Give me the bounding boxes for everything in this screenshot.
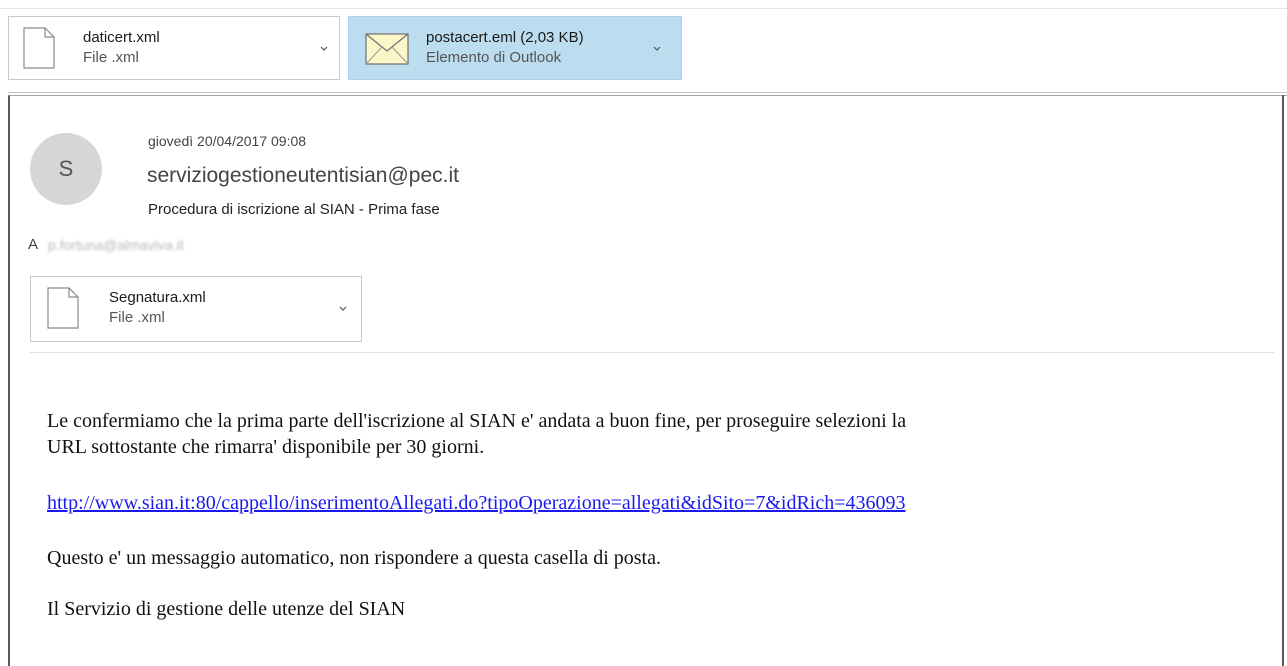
body-link-paragraph: http://www.sian.it:80/cappello/inserimen… (47, 490, 906, 516)
attachment-type: File .xml (109, 309, 165, 326)
to-label: A (28, 236, 39, 253)
attachment-name: daticert.xml (83, 29, 160, 46)
body-paragraph-1: Le confermiamo che la prima parte dell'i… (47, 408, 906, 460)
avatar: S (30, 133, 102, 205)
message-frame-right (1282, 95, 1284, 666)
attachment-type: Elemento di Outlook (426, 49, 562, 66)
document-icon (23, 27, 55, 69)
avatar-initial: S (58, 156, 74, 181)
chevron-down-icon[interactable] (338, 304, 348, 312)
top-separator (0, 8, 1287, 9)
body-line: URL sottostante che rimarra' disponibile… (47, 436, 485, 458)
recipient-address[interactable]: p.fortuna@almaviva.it (48, 237, 184, 253)
body-line: Le confermiamo che la prima parte dell'i… (47, 410, 907, 432)
signature: Il Servizio di gestione delle utenze del… (47, 598, 406, 620)
attachment-daticert[interactable]: daticert.xml File .xml (8, 16, 340, 80)
attachment-postacert[interactable]: postacert.eml (2,03 KB) Elemento di Outl… (348, 16, 682, 80)
attachment-segnatura[interactable]: Segnatura.xml File .xml (30, 276, 362, 342)
chevron-down-icon[interactable] (319, 44, 329, 52)
attachment-type: File .xml (83, 49, 139, 66)
sender-address[interactable]: serviziogestioneutentisian@pec.it (147, 164, 459, 188)
message-frame-top (8, 92, 1287, 93)
registration-link[interactable]: http://www.sian.it:80/cappello/inserimen… (47, 492, 906, 514)
attachment-bar: daticert.xml File .xml postacert.eml (2,… (8, 16, 682, 80)
recipient-row: A p.fortuna@almaviva.it (28, 236, 184, 253)
attachment-name: Segnatura.xml (109, 289, 206, 306)
chevron-down-icon[interactable] (652, 44, 662, 52)
message-date: giovedì 20/04/2017 09:08 (148, 133, 307, 149)
document-icon (47, 287, 79, 329)
body-paragraph-2: Questo e' un messaggio automatico, non r… (47, 547, 661, 569)
header-divider (30, 352, 1274, 353)
envelope-icon (365, 33, 409, 65)
message-subject: Procedura di iscrizione al SIAN - Prima … (148, 201, 440, 218)
attachment-name: postacert.eml (2,03 KB) (426, 29, 584, 46)
